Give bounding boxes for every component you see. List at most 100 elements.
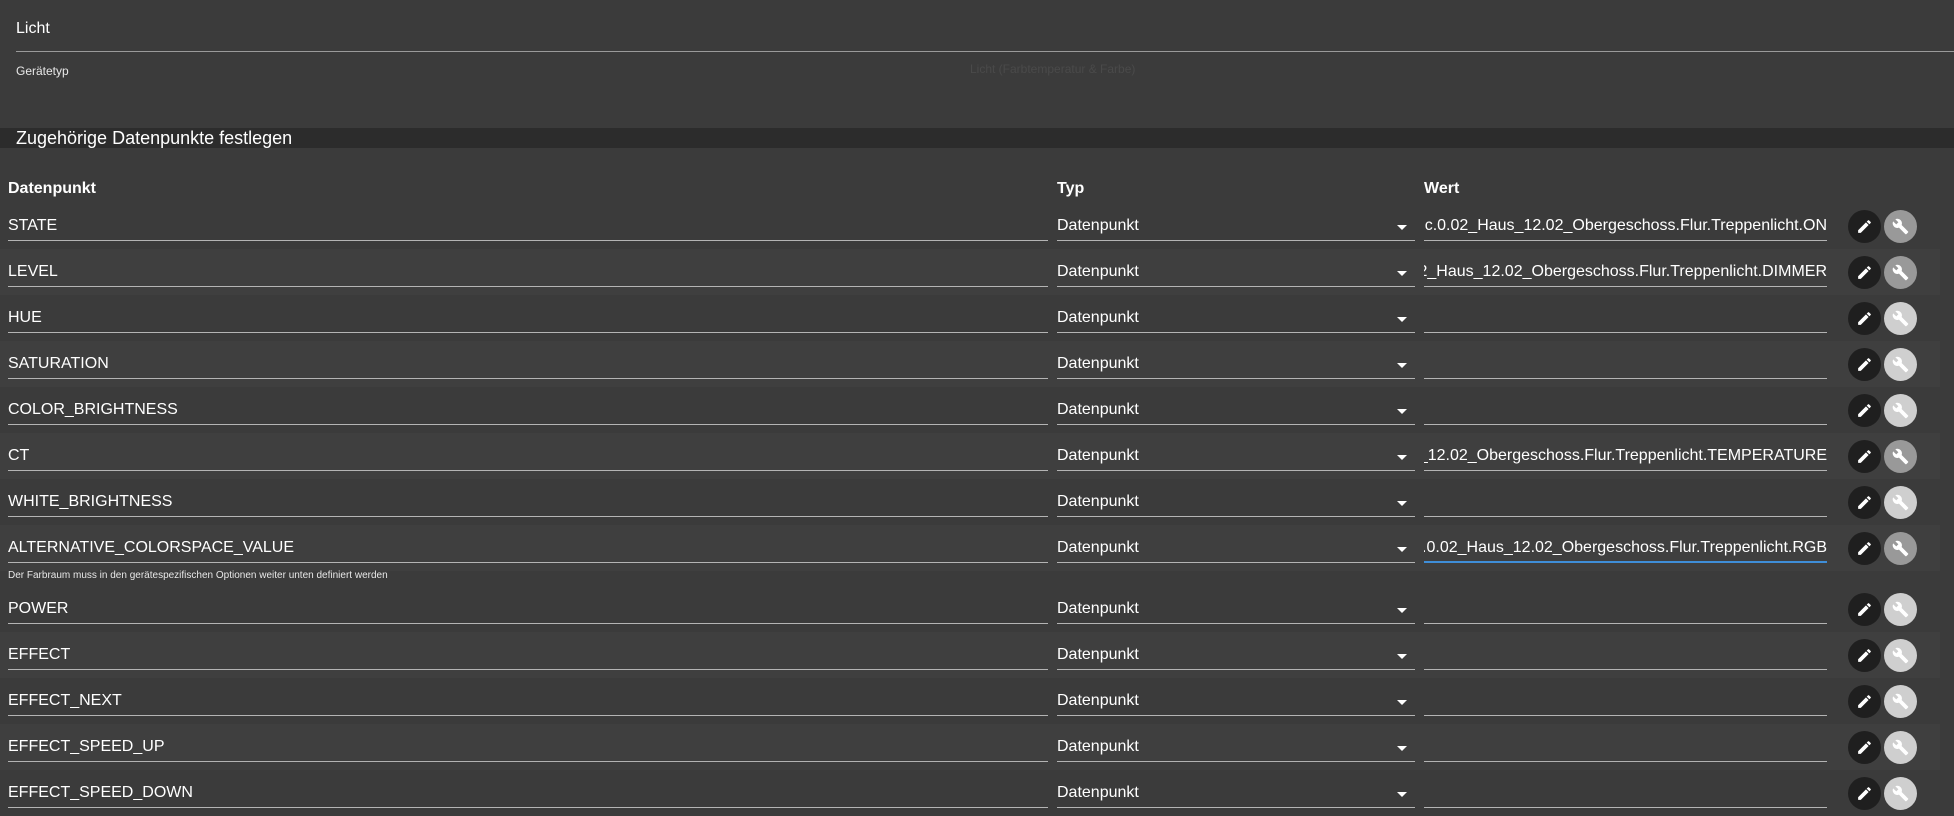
wrench-icon[interactable] (1884, 348, 1917, 381)
type-select-value: Datenpunkt (1057, 355, 1139, 372)
datapoint-name-field[interactable]: EFFECT (8, 640, 1048, 670)
type-select[interactable]: Datenpunkt (1057, 257, 1415, 287)
value-input[interactable] (1424, 594, 1827, 624)
pencil-icon[interactable] (1848, 440, 1881, 473)
pencil-icon[interactable] (1848, 777, 1881, 810)
value-text: hm-rpc.0.02_Haus_12.02_Obergeschoss.Flur… (1424, 539, 1827, 556)
chevron-down-icon (1397, 317, 1407, 322)
table-row: COLOR_BRIGHTNESS Datenpunkt (0, 387, 1940, 433)
type-select-value: Datenpunkt (1057, 784, 1139, 801)
table-row: SATURATION Datenpunkt (0, 341, 1940, 387)
datapoint-name-field[interactable]: WHITE_BRIGHTNESS (8, 487, 1048, 517)
table-row: CT Datenpunkt Haus_12.02_Obergeschoss.Flur… (0, 433, 1940, 479)
table-row: ALTERNATIVE_COLORSPACE_VALUE Datenpunkt hm… (0, 525, 1940, 571)
type-select[interactable]: Datenpunkt (1057, 594, 1415, 624)
datapoint-name-field[interactable]: LEVEL (8, 257, 1048, 287)
chevron-down-icon (1397, 409, 1407, 414)
table-row: EFFECT_SPEED_DOWN Datenpunkt (0, 770, 1940, 816)
device-type-value: Licht (Farbtemperatur & Farbe) (970, 62, 1136, 76)
device-name-underline (16, 51, 1954, 52)
value-input[interactable] (1424, 778, 1827, 808)
type-select[interactable]: Datenpunkt (1057, 640, 1415, 670)
table-row: STATE Datenpunkt hm-rpc.0.02_Haus_12.02_Ob… (0, 203, 1940, 249)
datapoint-name-field[interactable]: SATURATION (8, 349, 1048, 379)
wrench-icon[interactable] (1884, 394, 1917, 427)
wrench-icon[interactable] (1884, 731, 1917, 764)
chevron-down-icon (1397, 746, 1407, 751)
type-select[interactable]: Datenpunkt (1057, 395, 1415, 425)
value-input[interactable]: hm-rpc.0.02_Haus_12.02_Obergeschoss.Flur… (1424, 211, 1827, 241)
device-name-value[interactable]: Licht (16, 20, 50, 38)
wrench-icon[interactable] (1884, 486, 1917, 519)
datapoint-name-field[interactable]: HUE (8, 303, 1048, 333)
value-input[interactable] (1424, 732, 1827, 762)
type-select[interactable]: Datenpunkt (1057, 349, 1415, 379)
value-text: Haus_12.02_Obergeschoss.Flur.Treppenlich… (1424, 447, 1827, 464)
wrench-icon[interactable] (1884, 210, 1917, 243)
table-row: POWER Datenpunkt (0, 586, 1940, 632)
type-select-value: Datenpunkt (1057, 692, 1139, 709)
type-select[interactable]: Datenpunkt (1057, 303, 1415, 333)
wrench-icon[interactable] (1884, 593, 1917, 626)
datapoint-name-field[interactable]: EFFECT_SPEED_UP (8, 732, 1048, 762)
wrench-icon[interactable] (1884, 302, 1917, 335)
pencil-icon[interactable] (1848, 731, 1881, 764)
pencil-icon[interactable] (1848, 394, 1881, 427)
table-row: EFFECT Datenpunkt (0, 632, 1940, 678)
device-name-field[interactable]: Licht (0, 0, 1954, 52)
pencil-icon[interactable] (1848, 348, 1881, 381)
chevron-down-icon (1397, 225, 1407, 230)
wrench-icon[interactable] (1884, 532, 1917, 565)
datapoint-name-field[interactable]: EFFECT_NEXT (8, 686, 1048, 716)
table-row: EFFECT_SPEED_UP Datenpunkt (0, 724, 1940, 770)
datapoint-name-field[interactable]: ALTERNATIVE_COLORSPACE_VALUE (8, 533, 1048, 563)
table-row: LEVEL Datenpunkt 0.02_Haus_12.02_Obergesch… (0, 249, 1940, 295)
wrench-icon[interactable] (1884, 440, 1917, 473)
header-typ: Typ (1057, 180, 1085, 197)
type-select-value: Datenpunkt (1057, 447, 1139, 464)
header-wert: Wert (1424, 180, 1460, 197)
pencil-icon[interactable] (1848, 639, 1881, 672)
datapoint-name-field[interactable]: EFFECT_SPEED_DOWN (8, 778, 1048, 808)
pencil-icon[interactable] (1848, 593, 1881, 626)
type-select-value: Datenpunkt (1057, 600, 1139, 617)
pencil-icon[interactable] (1848, 256, 1881, 289)
value-input[interactable]: Haus_12.02_Obergeschoss.Flur.Treppenlich… (1424, 441, 1827, 471)
datapoint-name-field[interactable]: POWER (8, 594, 1048, 624)
datapoint-name-field[interactable]: COLOR_BRIGHTNESS (8, 395, 1048, 425)
section-header: Zugehörige Datenpunkte festlegen (0, 128, 1954, 148)
type-select-value: Datenpunkt (1057, 493, 1139, 510)
header-datenpunkt: Datenpunkt (8, 180, 96, 197)
type-select[interactable]: Datenpunkt (1057, 732, 1415, 762)
value-input[interactable] (1424, 487, 1827, 517)
value-input[interactable]: hm-rpc.0.02_Haus_12.02_Obergeschoss.Flur… (1424, 533, 1827, 563)
type-select[interactable]: Datenpunkt (1057, 778, 1415, 808)
wrench-icon[interactable] (1884, 777, 1917, 810)
pencil-icon[interactable] (1848, 532, 1881, 565)
chevron-down-icon (1397, 455, 1407, 460)
table-row: EFFECT_NEXT Datenpunkt (0, 678, 1940, 724)
wrench-icon[interactable] (1884, 685, 1917, 718)
value-input[interactable] (1424, 640, 1827, 670)
wrench-icon[interactable] (1884, 256, 1917, 289)
value-input[interactable] (1424, 303, 1827, 333)
pencil-icon[interactable] (1848, 210, 1881, 243)
type-select[interactable]: Datenpunkt (1057, 441, 1415, 471)
pencil-icon[interactable] (1848, 685, 1881, 718)
chevron-down-icon (1397, 547, 1407, 552)
pencil-icon[interactable] (1848, 486, 1881, 519)
value-input[interactable] (1424, 349, 1827, 379)
value-input[interactable] (1424, 686, 1827, 716)
type-select[interactable]: Datenpunkt (1057, 533, 1415, 563)
type-select[interactable]: Datenpunkt (1057, 487, 1415, 517)
table-row: HUE Datenpunkt (0, 295, 1940, 341)
type-select[interactable]: Datenpunkt (1057, 211, 1415, 241)
datapoint-name-field[interactable]: STATE (8, 211, 1048, 241)
pencil-icon[interactable] (1848, 302, 1881, 335)
wrench-icon[interactable] (1884, 639, 1917, 672)
value-text: hm-rpc.0.02_Haus_12.02_Obergeschoss.Flur… (1424, 217, 1827, 234)
value-input[interactable] (1424, 395, 1827, 425)
datapoint-name-field[interactable]: CT (8, 441, 1048, 471)
value-input[interactable]: 0.02_Haus_12.02_Obergeschoss.Flur.Treppe… (1424, 257, 1827, 287)
type-select[interactable]: Datenpunkt (1057, 686, 1415, 716)
